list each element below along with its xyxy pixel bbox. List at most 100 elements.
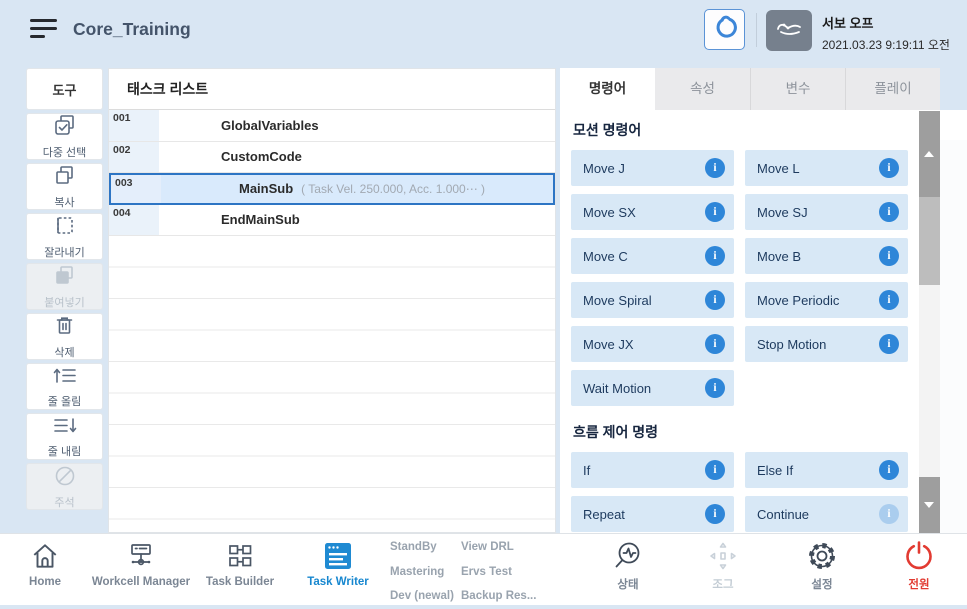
command-move-j[interactable]: Move J i bbox=[571, 150, 734, 186]
task-row-selected[interactable]: 003 MainSub ( Task Vel. 250.000, Acc. 1.… bbox=[109, 173, 555, 205]
scrollbar-thumb[interactable] bbox=[919, 197, 940, 285]
task-row[interactable]: 004 EndMainSub bbox=[109, 205, 555, 237]
cut-button[interactable]: 잘라내기 bbox=[26, 213, 103, 260]
command-label: Stop Motion bbox=[757, 337, 826, 352]
tab-play[interactable]: 플레이 bbox=[845, 68, 940, 110]
info-icon[interactable]: i bbox=[879, 460, 899, 480]
nav-label: 조그 bbox=[712, 576, 733, 592]
task-name: EndMainSub bbox=[221, 212, 300, 227]
delete-button[interactable]: 삭제 bbox=[26, 313, 103, 360]
nav-task-builder[interactable]: Task Builder bbox=[183, 538, 297, 588]
task-name: MainSub bbox=[239, 181, 293, 196]
task-row[interactable]: 001 GlobalVariables bbox=[109, 110, 555, 142]
info-icon[interactable]: i bbox=[705, 158, 725, 178]
info-icon[interactable]: i bbox=[879, 246, 899, 266]
command-move-sx[interactable]: Move SX i bbox=[571, 194, 734, 230]
command-label: Wait Motion bbox=[583, 381, 651, 396]
scroll-up-button[interactable] bbox=[919, 111, 940, 197]
info-icon[interactable]: i bbox=[879, 290, 899, 310]
command-move-spiral[interactable]: Move Spiral i bbox=[571, 282, 734, 318]
info-icon[interactable]: i bbox=[705, 460, 725, 480]
command-scrollbar[interactable] bbox=[919, 111, 940, 533]
arrow-down-icon bbox=[924, 502, 934, 508]
command-repeat[interactable]: Repeat i bbox=[571, 496, 734, 532]
command-else-if[interactable]: Else If i bbox=[745, 452, 908, 488]
arrow-up-icon bbox=[924, 151, 934, 157]
section-title-flow: 흐름 제어 명령 bbox=[573, 422, 967, 442]
comment-button[interactable]: 주석 bbox=[26, 463, 103, 510]
info-icon[interactable]: i bbox=[879, 202, 899, 222]
command-continue[interactable]: Continue i bbox=[745, 496, 908, 532]
task-annotation: ( Task Vel. 250.000, Acc. 1.000⋯ ) bbox=[301, 182, 485, 196]
jog-dpad-icon bbox=[706, 538, 740, 573]
command-list: 모션 명령어 Move J i Move L i Move SX i Move … bbox=[560, 110, 967, 533]
task-rows: 001 GlobalVariables 002 CustomCode 003 M… bbox=[109, 110, 555, 532]
info-icon-disabled[interactable]: i bbox=[879, 504, 899, 524]
nav-label: Home bbox=[29, 576, 61, 588]
tool-label: 줄 내림 bbox=[48, 443, 81, 459]
info-icon[interactable]: i bbox=[705, 246, 725, 266]
power-icon bbox=[902, 538, 936, 573]
command-stop-motion[interactable]: Stop Motion i bbox=[745, 326, 908, 362]
no-entry-icon bbox=[53, 464, 77, 493]
nav-settings[interactable]: 설정 bbox=[787, 538, 857, 592]
nav-task-writer[interactable]: Task Writer bbox=[290, 538, 386, 588]
info-icon[interactable]: i bbox=[705, 504, 725, 524]
info-icon[interactable]: i bbox=[705, 334, 725, 354]
line-down-button[interactable]: 줄 내림 bbox=[26, 413, 103, 460]
line-up-icon bbox=[52, 364, 78, 392]
nav-label: 상태 bbox=[617, 576, 638, 592]
command-move-sj[interactable]: Move SJ i bbox=[745, 194, 908, 230]
command-label: Move L bbox=[757, 161, 800, 176]
command-label: Move Spiral bbox=[583, 293, 652, 308]
tool-sidebar: 도구 다중 선택 복사 잘라내기 bbox=[26, 68, 103, 513]
tab-properties[interactable]: 속성 bbox=[655, 68, 750, 110]
nav-power[interactable]: 전원 bbox=[884, 538, 954, 592]
gripper-button[interactable] bbox=[704, 9, 745, 50]
extra-info-line: View DRL bbox=[461, 535, 536, 560]
nav-label: Workcell Manager bbox=[92, 576, 190, 588]
command-move-l[interactable]: Move L i bbox=[745, 150, 908, 186]
tab-commands[interactable]: 명령어 bbox=[560, 68, 655, 110]
info-icon[interactable]: i bbox=[705, 378, 725, 398]
nav-label: 전원 bbox=[908, 576, 929, 592]
task-name: GlobalVariables bbox=[221, 118, 319, 133]
command-label: Move J bbox=[583, 161, 625, 176]
empty-row-lines bbox=[109, 236, 555, 532]
command-move-jx[interactable]: Move JX i bbox=[571, 326, 734, 362]
tab-variables[interactable]: 변수 bbox=[750, 68, 845, 110]
nav-jog[interactable]: 조그 bbox=[688, 538, 758, 592]
info-icon[interactable]: i bbox=[705, 202, 725, 222]
command-if[interactable]: If i bbox=[571, 452, 734, 488]
extra-info-line: Ervs Test bbox=[461, 560, 536, 585]
task-list-title: 태스크 리스트 bbox=[109, 69, 555, 110]
info-icon[interactable]: i bbox=[879, 334, 899, 354]
paste-button[interactable]: 붙여넣기 bbox=[26, 263, 103, 310]
info-icon[interactable]: i bbox=[705, 290, 725, 310]
command-move-c[interactable]: Move C i bbox=[571, 238, 734, 274]
nav-home[interactable]: Home bbox=[10, 538, 80, 588]
command-label: Move C bbox=[583, 249, 628, 264]
info-icon[interactable]: i bbox=[879, 158, 899, 178]
robot-arm-icon[interactable] bbox=[766, 10, 812, 51]
task-writer-icon bbox=[323, 538, 353, 573]
scroll-down-button[interactable] bbox=[919, 477, 940, 533]
command-wait-motion[interactable]: Wait Motion i bbox=[571, 370, 734, 406]
copy-icon bbox=[52, 163, 77, 193]
multi-select-button[interactable]: 다중 선택 bbox=[26, 113, 103, 160]
command-label: Move Periodic bbox=[757, 293, 839, 308]
gripper-icon bbox=[712, 14, 738, 45]
copy-button[interactable]: 복사 bbox=[26, 163, 103, 210]
command-move-b[interactable]: Move B i bbox=[745, 238, 908, 274]
nav-label: 설정 bbox=[811, 576, 832, 592]
row-number: 002 bbox=[109, 142, 159, 173]
menu-hamburger-icon[interactable] bbox=[30, 19, 58, 43]
nav-status[interactable]: 상태 bbox=[593, 538, 663, 592]
line-up-button[interactable]: 줄 올림 bbox=[26, 363, 103, 410]
tool-label: 잘라내기 bbox=[44, 244, 84, 260]
sidebar-title: 도구 bbox=[26, 68, 103, 110]
servo-status[interactable]: 서보 오프 2021.03.23 9:19:11 오전 bbox=[822, 13, 950, 53]
task-row[interactable]: 002 CustomCode bbox=[109, 142, 555, 174]
home-icon bbox=[30, 538, 60, 573]
command-move-periodic[interactable]: Move Periodic i bbox=[745, 282, 908, 318]
